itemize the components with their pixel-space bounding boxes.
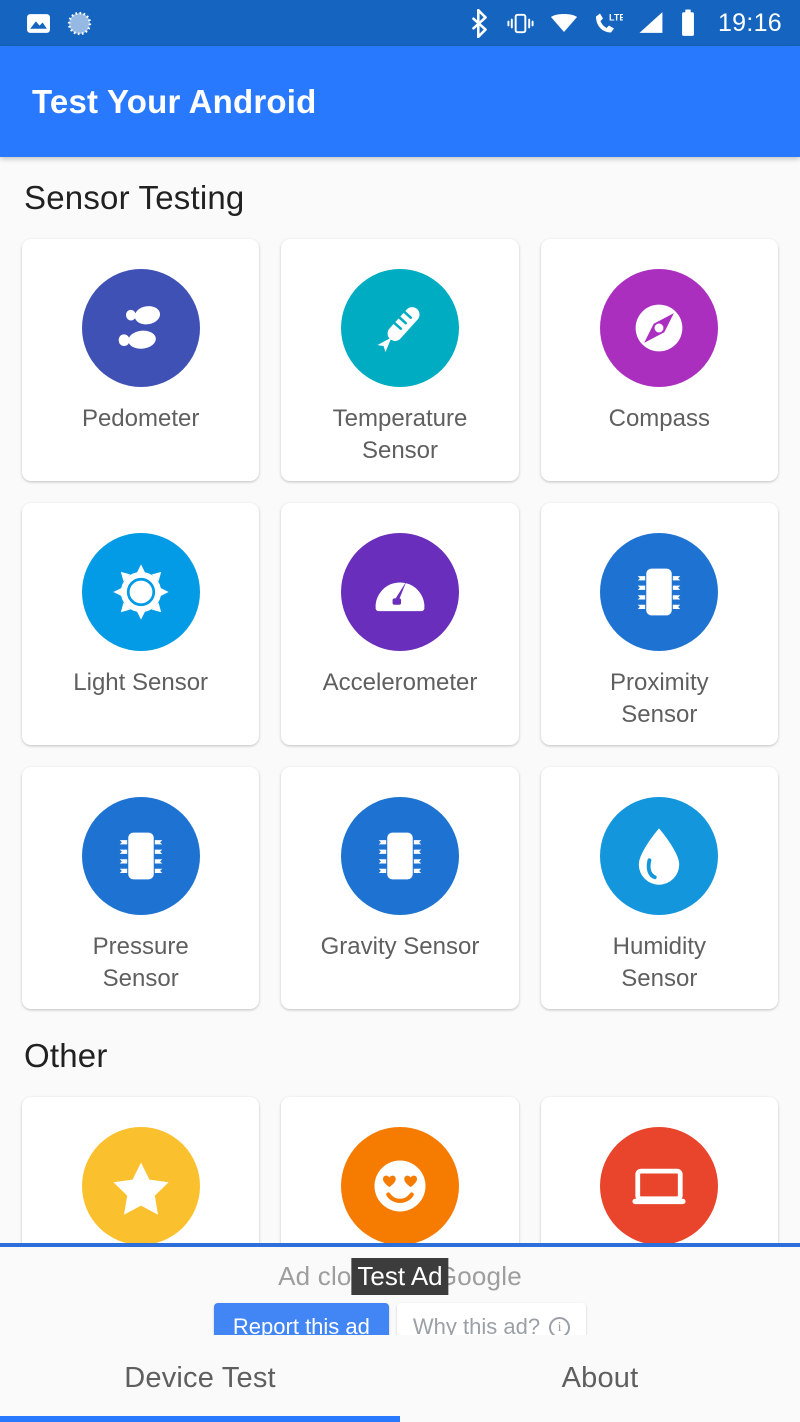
chip-icon (119, 832, 162, 880)
gravity-icon-badge (340, 797, 459, 915)
compass-icon-badge (600, 269, 719, 387)
favorite-icon-badge (81, 1127, 200, 1245)
device-icon (632, 1168, 686, 1205)
temperature-icon-badge (340, 269, 459, 387)
heart-eyes-icon (374, 1160, 426, 1212)
gauge-icon (375, 581, 425, 612)
card-label: Proximity Sensor (609, 669, 709, 728)
vibrate-icon (507, 13, 534, 33)
section-title-sensor-testing: Sensor Testing (24, 179, 245, 216)
card-pressure-sensor[interactable]: Pressure Sensor (22, 767, 260, 1009)
heart-eyes-icon-badge (340, 1127, 459, 1245)
card-compass[interactable]: Compass (540, 239, 778, 481)
card-label: Accelerometer (322, 669, 478, 696)
section-title-other: Other (24, 1037, 108, 1074)
card-accelerometer[interactable]: Accelerometer (281, 503, 519, 745)
card-label: Pressure Sensor (92, 933, 189, 992)
card-label: Gravity Sensor (320, 933, 480, 960)
tab-device-test[interactable]: Device Test (0, 1335, 400, 1422)
card-label: Light Sensor (73, 669, 209, 696)
pressure-icon-badge (81, 797, 200, 915)
star-icon (113, 1162, 169, 1215)
ad-closed-row: Ad closed by Google Test Ad (0, 1256, 800, 1296)
sun-icon (113, 564, 169, 620)
bluetooth-icon (472, 8, 487, 38)
pedometer-icon-badge (81, 269, 200, 387)
card-label: Humidity Sensor (612, 933, 706, 992)
humidity-icon-badge (600, 797, 719, 915)
card-proximity-sensor[interactable]: Proximity Sensor (540, 503, 778, 745)
battery-icon (682, 9, 694, 36)
card-gravity-sensor[interactable]: Gravity Sensor (281, 767, 519, 1009)
test-ad-badge: Test Ad (351, 1257, 449, 1295)
card-label: Pedometer (81, 405, 200, 432)
sync-progress-icon (67, 11, 92, 35)
wifi-icon (550, 14, 577, 32)
droplet-icon (639, 828, 680, 885)
chip-icon (378, 832, 422, 880)
main-content: Sensor Testing Pedometer Temperature Sen… (0, 157, 800, 1422)
tab-label: About (561, 1362, 639, 1394)
image-icon (27, 13, 50, 33)
card-light-sensor[interactable]: Light Sensor (22, 503, 260, 745)
app-title: Test Your Android (32, 82, 317, 120)
compass-icon (635, 304, 683, 352)
thermometer-icon (377, 307, 420, 353)
device-icon-badge (600, 1127, 719, 1245)
bottom-tab-bar: Device Test About (0, 1335, 800, 1422)
light-icon-badge (81, 533, 200, 651)
chip-icon (638, 568, 681, 616)
lte-call-icon: LTE (595, 12, 623, 32)
card-temperature-sensor[interactable]: Temperature Sensor (281, 239, 519, 481)
app-bar: Test Your Android (0, 46, 800, 157)
footsteps-icon (118, 306, 160, 349)
tab-about[interactable]: About (400, 1335, 800, 1422)
tab-label: Device Test (124, 1362, 276, 1394)
card-humidity-sensor[interactable]: Humidity Sensor (540, 767, 778, 1009)
card-label: Temperature Sensor (332, 405, 468, 464)
card-label: Compass (608, 405, 710, 432)
status-bar-clock: 19:16 (717, 8, 782, 37)
proximity-icon-badge (600, 533, 719, 651)
accelerometer-icon-badge (340, 533, 459, 651)
svg-text:LTE: LTE (609, 12, 623, 22)
status-bar-left-icons (26, 11, 92, 36)
signal-icon (639, 12, 663, 33)
sensor-card-grid: Pedometer Temperature Sensor Compass Lig… (0, 225, 800, 1009)
status-bar: LTE 19:16 (0, 0, 800, 46)
card-pedometer[interactable]: Pedometer (22, 239, 260, 481)
status-bar-right-icons: LTE 19:16 (468, 8, 782, 38)
